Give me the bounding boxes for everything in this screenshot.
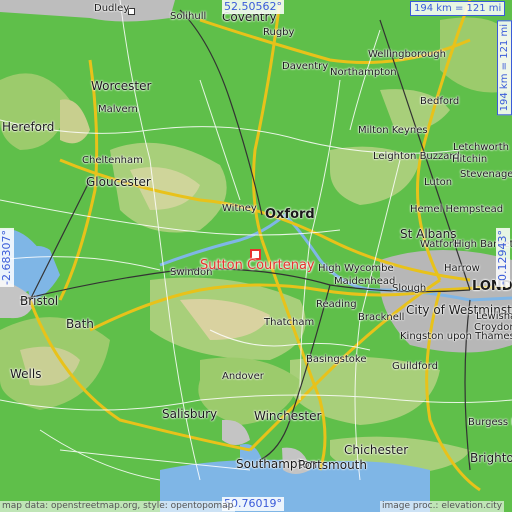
place-label: Chichester (344, 443, 409, 457)
place-label: Slough (392, 283, 427, 294)
place-label: Maidenhead (334, 276, 396, 287)
place-label: Lewisham (476, 311, 512, 322)
place-label: Kingston upon Thames (400, 331, 512, 342)
place-label: Cheltenham (82, 155, 143, 166)
place-label: Luton (424, 177, 453, 188)
place-label: Malvern (98, 104, 138, 115)
place-label: Worcester (91, 79, 152, 93)
place-label: Rugby (263, 27, 295, 38)
place-label: Basingstoke (306, 354, 367, 365)
place-label: Daventry (282, 61, 329, 72)
place-label: Milton Keynes (358, 125, 428, 136)
place-label: Wells (10, 367, 42, 381)
place-label: Gloucester (86, 175, 151, 189)
place-label: Thatcham (264, 317, 315, 328)
place-label: Leighton Buzzard (373, 151, 460, 162)
place-label: Stevenage (460, 169, 512, 180)
place-label: Andover (222, 371, 264, 382)
place-label: Wellingborough (368, 49, 446, 60)
coord-right: -0.12943° (496, 228, 510, 287)
place-label: Hereford (2, 120, 55, 134)
coord-top: 52.50562° (222, 0, 284, 14)
place-label: Letchworth (453, 142, 509, 153)
map-view[interactable]: Dudley Solihull Coventry Rugby Daventry … (0, 0, 512, 512)
place-label: Bristol (20, 294, 59, 308)
place-label: Northampton (330, 67, 397, 78)
place-label: Hemel Hempstead (410, 204, 504, 215)
place-label: Winchester (254, 409, 322, 423)
scale-bar-right: 194 km = 121 mi (497, 20, 512, 116)
place-label: Witney (222, 203, 257, 214)
place-label: Guildford (392, 361, 438, 372)
place-label: Harrow (444, 263, 480, 274)
place-label: Bracknell (358, 312, 405, 323)
place-label: Bedford (420, 96, 460, 107)
place-label: Bath (66, 317, 94, 331)
image-credit: image proc.: elevation.city (380, 501, 505, 512)
place-label: Brighton (470, 451, 512, 465)
place-label: Dudley (94, 3, 130, 14)
place-label: Reading (316, 299, 357, 310)
place-label: Portsmouth (298, 458, 367, 472)
place-label: Hitchin (452, 154, 488, 165)
coord-left: -2.68307° (0, 228, 14, 287)
place-label: Solihull (170, 11, 207, 22)
highlight-location-label: Sutton Courtenay (200, 258, 315, 273)
place-label: Oxford (265, 207, 315, 222)
map-credit: map data: openstreetmap.org, style: open… (0, 501, 236, 512)
scale-bar-top: 194 km = 121 mi (410, 1, 506, 16)
place-label: Burgess Hill (468, 417, 512, 428)
place-label: Salisbury (162, 407, 218, 421)
place-label: High Wycombe (318, 263, 394, 274)
